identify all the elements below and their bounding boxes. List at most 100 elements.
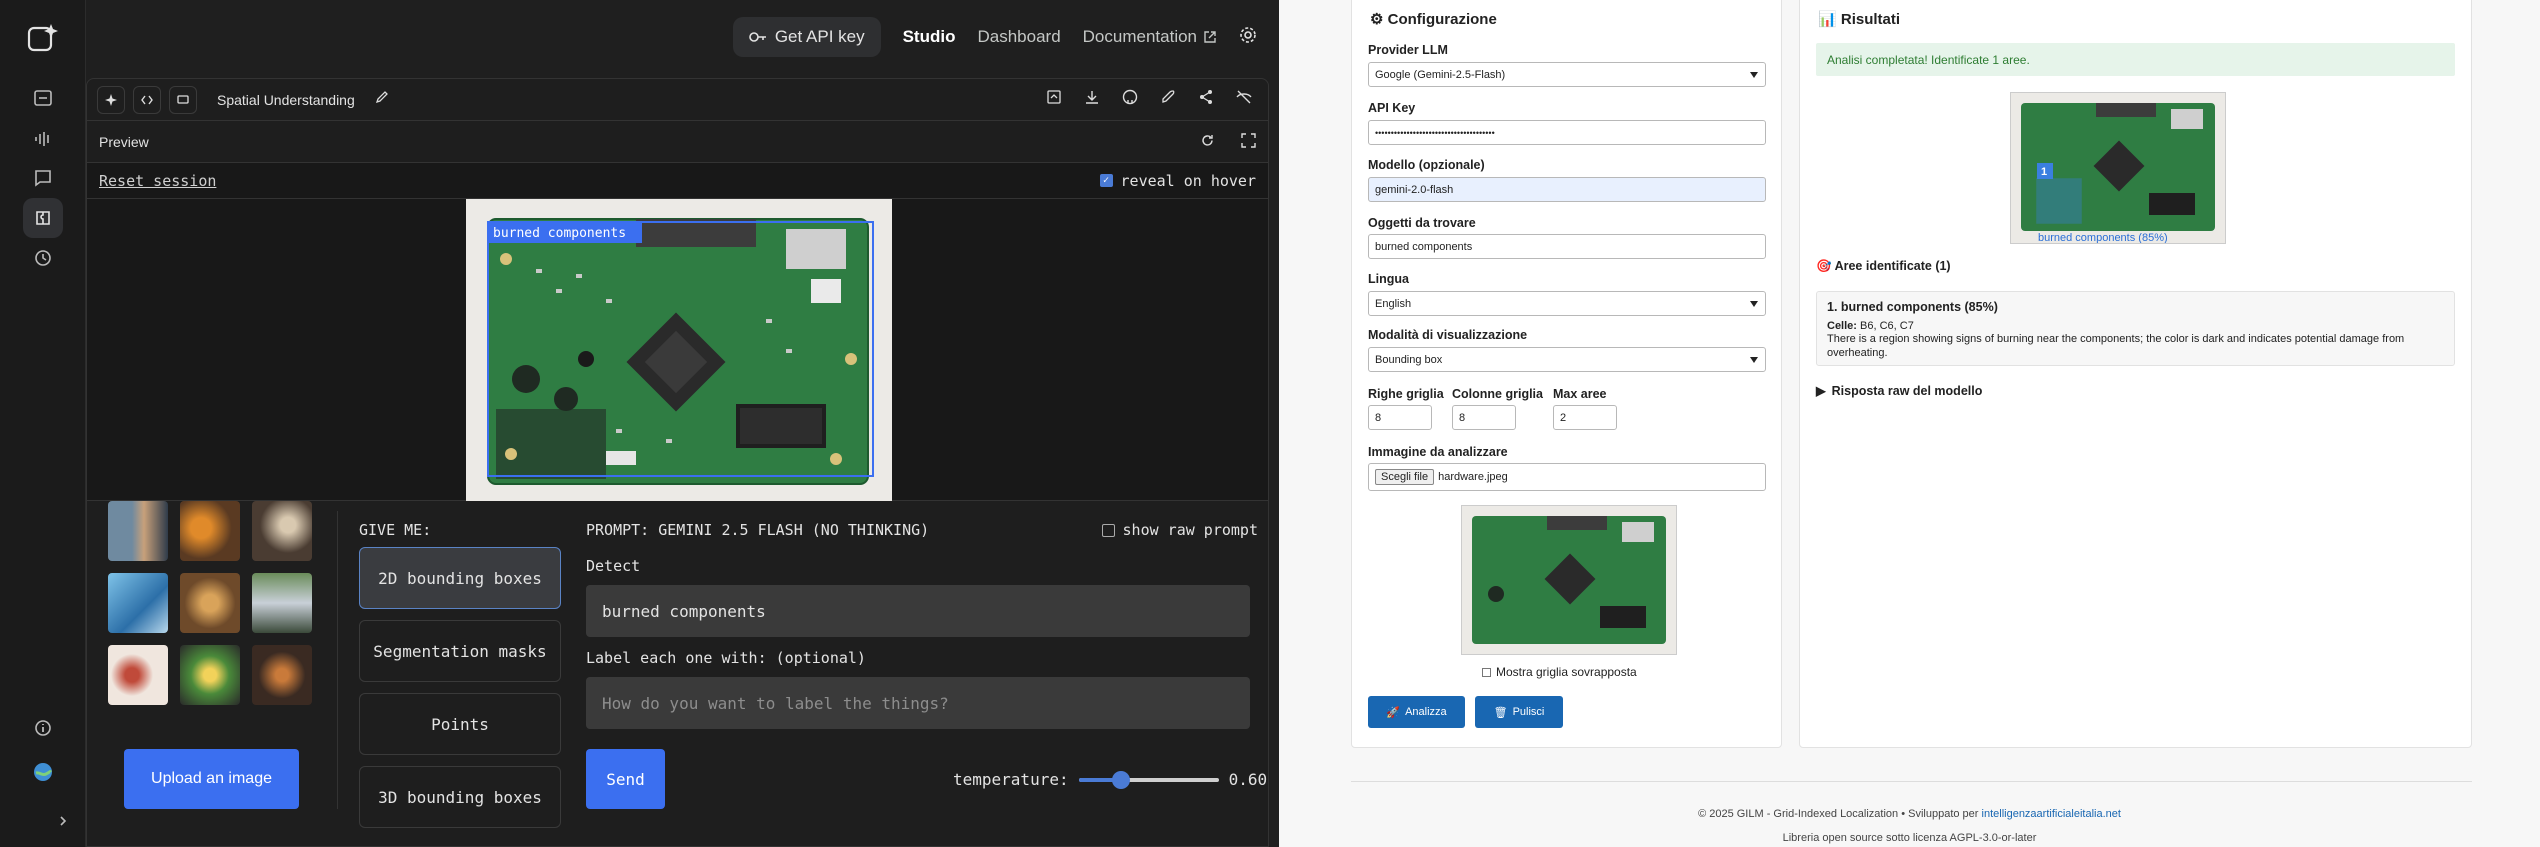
model-input[interactable]: gemini-2.0-flash [1368,177,1766,202]
target-icon: 🎯 [1816,259,1832,273]
history-icon[interactable] [23,238,63,278]
save-to-drive-icon[interactable] [1046,89,1062,110]
example-thumbnail[interactable] [108,645,168,705]
show-raw-checkbox[interactable] [1101,523,1115,537]
model-label: Modello (opzionale) [1368,158,1485,172]
clear-button[interactable]: 🗑 Pulisci [1475,696,1563,728]
message-icon[interactable] [23,158,63,198]
reset-session-link[interactable]: Reset session [99,172,216,190]
sparkle-icon[interactable] [97,85,125,114]
success-alert: Analisi completata! Identificate 1 aree. [1816,43,2455,76]
refresh-icon[interactable] [1200,133,1215,151]
show-raw-label: show raw prompt [1122,521,1258,539]
apps-icon[interactable] [23,198,63,238]
nav-dashboard[interactable]: Dashboard [977,27,1060,47]
example-thumbnail[interactable] [252,573,312,633]
reveal-on-hover-toggle[interactable]: ✓ reveal on hover [1099,171,1256,190]
app-body: Reset session ✓ reveal on hover burned c… [87,163,1268,846]
cells-value: B6, C6, C7 [1860,319,1914,332]
pcb-image[interactable]: burned components [466,199,892,501]
analyze-button[interactable]: 🚀 Analizza [1368,696,1465,728]
upload-image-button[interactable]: Upload an image [124,749,299,809]
disclosure-triangle-icon: ▶ [1816,384,1826,398]
config-title-label: Configurazione [1387,11,1497,28]
deploy-rocket-icon[interactable] [1160,89,1176,110]
expand-icon[interactable] [48,806,78,836]
download-icon[interactable] [1084,89,1100,110]
example-thumbnail[interactable] [252,645,312,705]
session-bar: Reset session ✓ reveal on hover [87,163,1268,199]
area-card: 1. burned components (85%) Celle: B6, C6… [1816,291,2455,366]
prompt-header: PROMPT: GEMINI 2.5 FLASH (NO THINKING) [586,521,930,539]
example-thumbnail[interactable] [108,501,168,561]
get-api-key-label: Get API key [774,27,865,46]
info-icon[interactable] [23,708,63,748]
grid-cols-input[interactable]: 8 [1452,405,1516,430]
fullscreen-icon[interactable] [1241,132,1256,151]
show-raw-prompt-toggle[interactable]: show raw prompt [1101,521,1258,539]
mode-2d-bounding-boxes[interactable]: 2D bounding boxes [359,547,561,609]
config-card: ⚙ Configurazione Provider LLM Google (Ge… [1351,0,1782,748]
grid-overlay-checkbox[interactable] [1482,667,1491,677]
give-me-label: GIVE ME: [359,521,432,539]
provider-select[interactable]: Google (Gemini-2.5-Flash) [1368,62,1766,87]
label-each-label: Label each one with: (optional) [586,649,866,667]
nav-documentation[interactable]: Documentation [1083,27,1217,47]
avatar-icon[interactable] [23,752,63,792]
analyze-label: Analizza [1405,706,1447,718]
file-input[interactable]: Scegli file hardware.jpeg [1368,463,1766,491]
grid-rows-input[interactable]: 8 [1368,405,1432,430]
results-title-label: Risultati [1840,11,1901,28]
label-each-input[interactable]: How do you want to label the things? [586,677,1250,729]
settings-gear-icon[interactable] [1239,26,1257,49]
areas-header-label: Aree identificate (1) [1834,259,1951,273]
trash-icon: 🗑 [1493,706,1508,719]
edit-pencil-icon[interactable] [375,90,389,109]
example-thumbnail[interactable] [252,501,312,561]
objects-label: Oggetti da trovare [1368,216,1476,230]
reveal-checkbox[interactable]: ✓ [1099,174,1113,187]
cells-label: Celle: [1827,319,1857,332]
example-thumbnail[interactable] [180,573,240,633]
temperature-slider-knob[interactable] [1111,770,1130,789]
footer-copyright: © 2025 GILM - Grid-Indexed Localization … [1698,808,1982,820]
mode-3d-bounding-boxes[interactable]: 3D bounding boxes [359,766,561,828]
send-button[interactable]: Send [586,749,665,809]
nav-studio[interactable]: Studio [903,27,956,47]
footer-link[interactable]: intelligenzaartificialeitalia.net [1982,808,2121,820]
mode-segmentation-masks[interactable]: Segmentation masks [359,620,561,682]
box-number: 1 [2041,166,2047,178]
share-icon[interactable] [1198,89,1214,110]
example-thumbnail[interactable] [180,501,240,561]
device-icon[interactable] [169,85,197,114]
temperature-control: temperature: 0.60 [953,770,1267,789]
code-icon[interactable] [133,85,161,114]
api-key-input[interactable]: •••••••••••••••••••••••••••••••••••••• [1368,120,1766,145]
audio-wave-icon[interactable] [23,119,63,159]
footer-divider [1351,781,2472,782]
temperature-slider[interactable] [1078,770,1219,789]
github-icon[interactable] [1122,89,1138,110]
app-frame: Spatial Understanding Preview Reset sess… [86,78,1269,847]
display-mode-label: Modalità di visualizzazione [1368,328,1528,342]
display-mode-select[interactable]: Bounding box [1368,347,1766,372]
language-select[interactable]: English [1368,291,1766,316]
rocket-icon: 🚀 [1386,706,1401,719]
grid-overlay-toggle[interactable]: Mostra griglia sovrapposta [1482,665,1637,679]
hide-preview-icon[interactable] [1236,89,1252,110]
example-thumbnail[interactable] [108,573,168,633]
example-thumbnail[interactable] [180,645,240,705]
footer-line-1: © 2025 GILM - Grid-Indexed Localization … [1279,808,2540,820]
mode-points[interactable]: Points [359,693,561,755]
detect-input[interactable]: burned components [586,585,1250,637]
get-api-key-button[interactable]: Get API key [732,17,881,57]
objects-input[interactable]: burned components [1368,234,1766,259]
max-areas-input[interactable]: 2 [1553,405,1617,430]
reveal-label: reveal on hover [1120,171,1256,190]
app-name: Spatial Understanding [217,91,355,108]
studio-logo-icon[interactable] [23,19,63,59]
choose-file-button[interactable]: Scegli file [1375,469,1435,485]
chat-icon[interactable] [23,78,63,118]
raw-response-toggle[interactable]: ▶ Risposta raw del modello [1816,383,1982,399]
uploaded-image-preview [1461,505,1677,655]
